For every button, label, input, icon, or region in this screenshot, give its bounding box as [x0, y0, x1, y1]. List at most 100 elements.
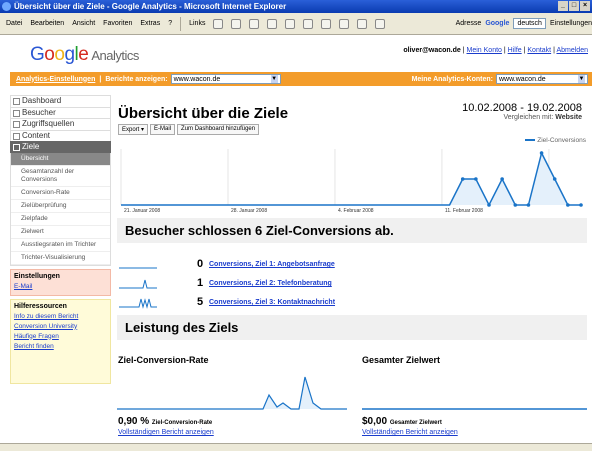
menu-ansicht[interactable]: Ansicht: [72, 20, 95, 27]
summary-band: Besucher schlossen 6 Ziel-Conversions ab…: [117, 218, 587, 243]
sub-ausstiegsraten[interactable]: Ausstiegsraten im Trichter: [11, 239, 110, 252]
data-point[interactable]: [474, 177, 478, 181]
flag-icon: [13, 144, 20, 151]
nav-label: Dashboard: [22, 96, 62, 105]
nav-content[interactable]: Content: [10, 129, 111, 141]
goal-1-link[interactable]: Conversions, Ziel 1: Angebotsanfrage: [209, 261, 335, 268]
data-point[interactable]: [500, 177, 504, 181]
sparkline-1: [119, 267, 157, 269]
button-row: Export ▾ E-Mail Zum Dashboard hinzufügen: [118, 124, 260, 135]
reports-select[interactable]: www.wacon.de ▼: [170, 74, 281, 84]
rate-full-report-link[interactable]: Vollständigen Bericht anzeigen: [118, 429, 214, 436]
chart-legend[interactable]: Ziel-Conversions: [525, 137, 586, 144]
help-link-info[interactable]: Info zu diesem Bericht: [14, 312, 107, 322]
value-full-report-link[interactable]: Vollständigen Bericht anzeigen: [362, 429, 458, 436]
data-point[interactable]: [487, 203, 491, 207]
goal-3-link[interactable]: Conversions, Ziel 3: Kontaktnachricht: [209, 299, 335, 306]
menu-bearbeiten[interactable]: Bearbeiten: [30, 20, 64, 27]
nav-besucher[interactable]: Besucher: [10, 106, 111, 118]
goal-1-count: 0: [197, 258, 204, 270]
help-link-university[interactable]: Conversion University: [14, 322, 107, 332]
minimize-button[interactable]: _: [558, 1, 568, 11]
nav-ziele[interactable]: Ziele: [10, 141, 111, 153]
menu-datei[interactable]: Datei: [6, 20, 22, 27]
window-title: Übersicht über die Ziele - Google Analyt…: [14, 2, 287, 11]
sub-trichter[interactable]: Trichter-Visualisierung: [11, 252, 110, 265]
email-link[interactable]: E-Mail: [14, 282, 107, 292]
sub-zielpfade[interactable]: Zielpfade: [11, 213, 110, 226]
value-chart: [362, 408, 587, 410]
help-link-find[interactable]: Bericht finden: [14, 342, 107, 352]
x-tick-label: 21. Januar 2008: [124, 208, 160, 213]
google-analytics-logo[interactable]: Google Analytics: [30, 44, 139, 66]
favorites-icon[interactable]: [321, 18, 332, 29]
main-chart: 21. Januar 2008 28. Januar 2008 4. Februar…: [120, 149, 583, 213]
link-hilfe[interactable]: Hilfe: [508, 47, 522, 54]
analytics-settings-link[interactable]: Analytics-Einstellungen: [16, 76, 95, 83]
mail-icon[interactable]: [357, 18, 368, 29]
maximize-button[interactable]: □: [569, 1, 579, 11]
konten-select[interactable]: www.wacon.de ▼: [496, 74, 588, 84]
data-point[interactable]: [566, 203, 570, 207]
value-value: $0,00 Gesamter Zielwert: [362, 416, 442, 427]
forward-icon[interactable]: [231, 18, 242, 29]
links-button[interactable]: Links: [189, 20, 205, 27]
print-icon[interactable]: [375, 18, 386, 29]
goal-row-2: 1 Conversions, Ziel 2: Telefonberatung: [119, 277, 419, 291]
history-icon[interactable]: [339, 18, 350, 29]
export-button[interactable]: Export ▾: [118, 124, 149, 135]
legend-label: Ziel-Conversions: [537, 137, 586, 144]
value-number: $0,00: [362, 416, 388, 427]
link-abmelden[interactable]: Abmelden: [556, 47, 588, 54]
nav-label: Besucher: [22, 107, 56, 117]
sub-gesamtanzahl[interactable]: Gesamtanzahl der Conversions: [11, 166, 110, 187]
stop-icon[interactable]: [249, 18, 260, 29]
data-point[interactable]: [539, 151, 544, 155]
menu-hilfe[interactable]: ?: [168, 20, 172, 27]
search-icon[interactable]: [303, 18, 314, 29]
address-label[interactable]: Adresse: [456, 20, 482, 27]
rate-value: 0,90 % Ziel-Conversion-Rate: [118, 416, 212, 427]
sub-conversion-rate[interactable]: Conversion-Rate: [11, 187, 110, 200]
x-tick-label: 28. Januar 2008: [231, 208, 267, 213]
close-button[interactable]: ×: [580, 1, 590, 11]
help-link-faq[interactable]: Häufige Fragen: [14, 332, 107, 342]
data-point[interactable]: [552, 177, 557, 181]
back-icon[interactable]: [213, 18, 224, 29]
home-icon[interactable]: [285, 18, 296, 29]
goal-3-count: 5: [197, 296, 204, 308]
data-point[interactable]: [579, 203, 583, 207]
nav-dashboard[interactable]: Dashboard: [10, 95, 111, 107]
sub-zielwert[interactable]: Zielwert: [11, 226, 110, 239]
data-point[interactable]: [460, 177, 465, 181]
x-tick-label: 4. Februar 2008: [338, 208, 374, 213]
data-point[interactable]: [526, 203, 531, 207]
menu-extras[interactable]: Extras: [140, 20, 160, 27]
date-range[interactable]: 10.02.2008 - 19.02.2008 Vergleichen mit:…: [462, 102, 582, 121]
data-point[interactable]: [513, 203, 518, 207]
settings-title: Einstellungen: [14, 272, 60, 280]
dashboard-icon: [13, 98, 20, 105]
google-search-box[interactable]: deutsch: [513, 18, 546, 29]
refresh-icon[interactable]: [267, 18, 278, 29]
x-tick-label: 11. Februar 2008: [445, 208, 483, 213]
sub-uebersicht[interactable]: Übersicht: [11, 152, 110, 166]
email-button[interactable]: E-Mail: [150, 124, 176, 135]
goal-2-link[interactable]: Conversions, Ziel 2: Telefonberatung: [209, 280, 332, 287]
goal-row-1: 0 Conversions, Ziel 1: Angebotsanfrage: [119, 258, 419, 272]
link-mein-konto[interactable]: Mein Konto: [467, 47, 502, 54]
reports-select-value: www.wacon.de: [173, 75, 221, 83]
konten-label: Meine Analytics-Konten:: [411, 75, 493, 83]
logo-product: Analytics: [91, 48, 139, 63]
settings-link[interactable]: Einstellungen: [550, 20, 592, 27]
sub-zielueberpruefung[interactable]: Zielüberprüfung: [11, 200, 110, 213]
nav-zugriffsquellen[interactable]: Zugriffsquellen: [10, 118, 111, 130]
rate-value-number: 0,90 %: [118, 416, 150, 427]
dashboard-add-button[interactable]: Zum Dashboard hinzufügen: [177, 124, 260, 135]
compare-label: Vergleichen mit:: [503, 114, 554, 121]
visitor-icon: [13, 109, 20, 117]
menu-favoriten[interactable]: Favoriten: [103, 20, 132, 27]
help-box: Hilferessourcen Info zu diesem Bericht C…: [10, 298, 111, 384]
link-kontakt[interactable]: Kontakt: [527, 47, 551, 54]
chevron-down-icon: ▼: [270, 75, 278, 83]
